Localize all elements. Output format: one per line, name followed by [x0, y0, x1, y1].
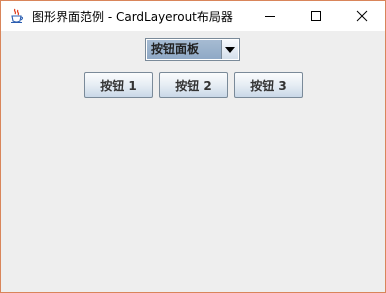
java-cup-icon[interactable] — [9, 8, 25, 24]
window-title: 图形界面范例 - CardLayerout布局器 — [32, 10, 233, 24]
button-2[interactable]: 按钮 2 — [159, 72, 228, 98]
maximize-button[interactable] — [293, 1, 339, 31]
card-selector-combobox[interactable]: 按钮面板 — [145, 38, 240, 61]
maximize-icon — [311, 11, 321, 21]
combobox-selected-value: 按钮面板 — [147, 40, 221, 59]
close-button[interactable] — [339, 1, 385, 31]
app-window: 图形界面范例 - CardLayerout布局器 按钮面板 按钮 1 按钮 2 — [0, 0, 386, 293]
close-icon — [356, 10, 368, 22]
minimize-button[interactable] — [247, 1, 293, 31]
button-1[interactable]: 按钮 1 — [84, 72, 153, 98]
title-bar[interactable]: 图形界面范例 - CardLayerout布局器 — [1, 1, 385, 31]
minimize-icon — [265, 16, 275, 17]
button-3[interactable]: 按钮 3 — [234, 72, 303, 98]
triangle-down-icon — [225, 46, 235, 53]
combobox-dropdown-button[interactable] — [221, 40, 238, 59]
